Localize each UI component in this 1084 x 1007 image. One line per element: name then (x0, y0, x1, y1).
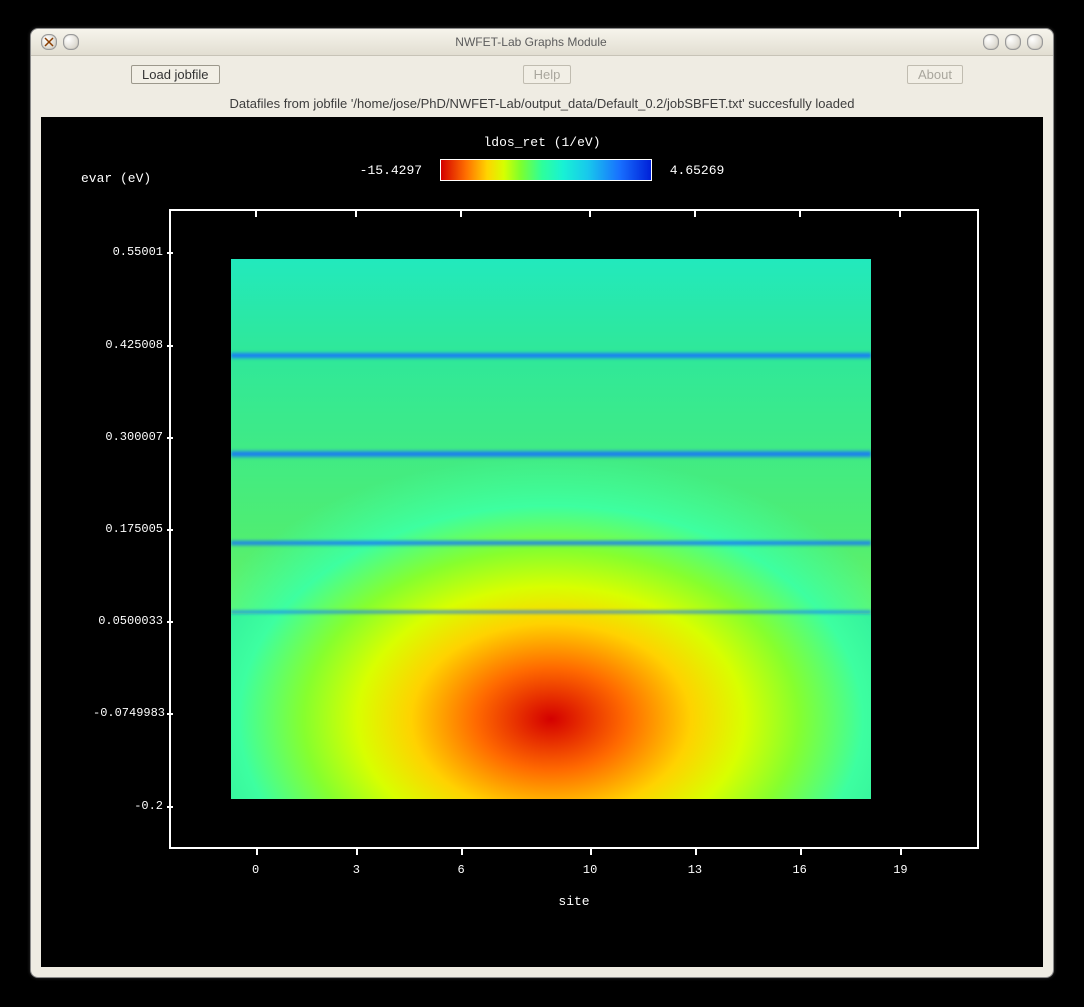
x-tick: 10 (560, 863, 620, 877)
x-tick: 0 (226, 863, 286, 877)
close-icon[interactable] (1027, 34, 1043, 50)
x-tick: 6 (431, 863, 491, 877)
colorbar-max-label: 4.65269 (670, 163, 725, 178)
x-tick-mark (460, 211, 462, 217)
x-tick: 3 (326, 863, 386, 877)
window-control-icon[interactable] (63, 34, 79, 50)
y-tick: -0.2 (93, 799, 163, 813)
heatmap (231, 259, 871, 799)
y-tick: 0.175005 (93, 522, 163, 536)
app-menu-icon[interactable] (41, 34, 57, 50)
x-tick-mark (899, 211, 901, 217)
x-tick: 16 (770, 863, 830, 877)
status-text: Datafiles from jobfile '/home/jose/PhD/N… (31, 92, 1053, 117)
y-tick: 0.300007 (93, 430, 163, 444)
titlebar: NWFET-Lab Graphs Module (31, 29, 1053, 56)
x-tick-mark (255, 211, 257, 217)
y-tick: 0.0500033 (93, 614, 163, 628)
x-axis-label: site (171, 894, 977, 909)
about-button[interactable]: About (907, 65, 963, 84)
y-tick: 0.55001 (93, 245, 163, 259)
x-tick-mark (694, 211, 696, 217)
y-tick: 0.425008 (93, 338, 163, 352)
x-tick: 13 (665, 863, 725, 877)
window-title: NWFET-Lab Graphs Module (79, 35, 983, 49)
help-button[interactable]: Help (523, 65, 572, 84)
minimize-icon[interactable] (983, 34, 999, 50)
x-tick-mark (589, 211, 591, 217)
load-jobfile-button[interactable]: Load jobfile (131, 65, 220, 84)
toolbar: Load jobfile Help About (31, 56, 1053, 92)
x-tick: 19 (870, 863, 930, 877)
axes-frame: 0.55001 0.425008 0.300007 0.175005 0.050… (169, 209, 979, 849)
colorbar-title: ldos_ret (1/eV) (41, 135, 1043, 150)
maximize-icon[interactable] (1005, 34, 1021, 50)
colorbar: -15.4297 4.65269 (41, 159, 1043, 181)
x-tick-mark (799, 211, 801, 217)
colorbar-min-label: -15.4297 (360, 163, 422, 178)
app-window: NWFET-Lab Graphs Module Load jobfile Hel… (30, 28, 1054, 978)
colorbar-gradient (440, 159, 652, 181)
y-axis-label: evar (eV) (81, 171, 151, 186)
y-tick: -0.0749983 (93, 706, 163, 720)
x-tick-mark (355, 211, 357, 217)
plot-area: ldos_ret (1/eV) -15.4297 4.65269 evar (e… (41, 117, 1043, 967)
